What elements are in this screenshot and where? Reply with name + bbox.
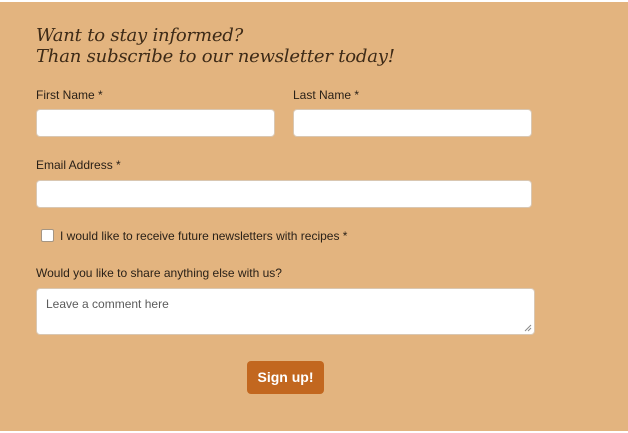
first-name-label: First Name * bbox=[36, 88, 103, 102]
comment-textarea[interactable]: Leave a comment here bbox=[36, 288, 535, 335]
comment-placeholder: Leave a comment here bbox=[46, 297, 169, 311]
email-input[interactable] bbox=[36, 180, 532, 208]
last-name-input[interactable] bbox=[293, 109, 532, 137]
sign-up-button[interactable]: Sign up! bbox=[247, 361, 324, 394]
form-heading: Want to stay informed? Than subscribe to… bbox=[36, 25, 395, 67]
newsletter-form-panel: Want to stay informed? Than subscribe to… bbox=[0, 2, 628, 431]
resize-handle-icon[interactable] bbox=[524, 324, 532, 332]
last-name-label: Last Name * bbox=[293, 88, 360, 102]
newsletter-checkbox[interactable] bbox=[41, 229, 54, 242]
form-heading-line-2: Than subscribe to our newsletter today! bbox=[36, 46, 395, 67]
form-heading-line-1: Want to stay informed? bbox=[36, 25, 244, 46]
email-label: Email Address * bbox=[36, 158, 121, 172]
first-name-input[interactable] bbox=[36, 109, 275, 137]
comment-label: Would you like to share anything else wi… bbox=[36, 266, 282, 280]
newsletter-checkbox-label[interactable]: I would like to receive future newslette… bbox=[60, 229, 347, 243]
